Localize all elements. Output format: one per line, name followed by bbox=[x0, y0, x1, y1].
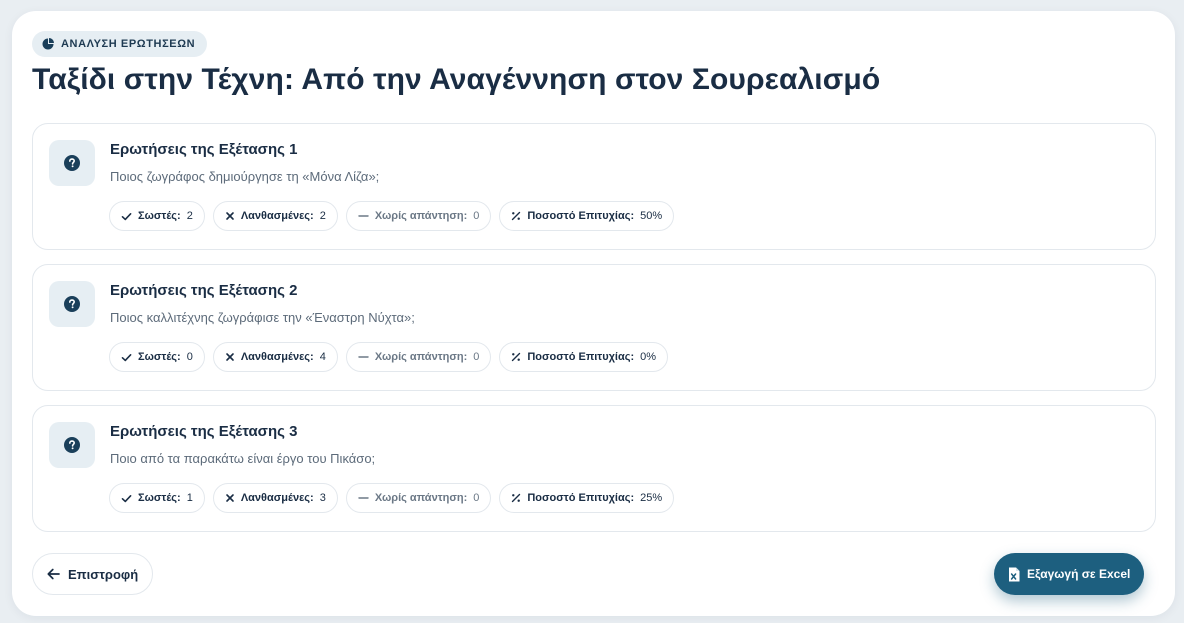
x-icon bbox=[226, 212, 234, 220]
unanswered-label: Χωρίς απάντηση: bbox=[374, 351, 468, 363]
stats-row: Σωστές: 1 Λανθασμένες: 3 Χωρίς απάντηση:… bbox=[109, 483, 675, 513]
unanswered-chip: Χωρίς απάντηση: 0 bbox=[345, 201, 492, 231]
question-icon-box bbox=[49, 140, 95, 186]
question-circle-icon bbox=[64, 437, 80, 453]
wrong-value: 3 bbox=[319, 492, 326, 504]
x-icon bbox=[226, 494, 234, 502]
success-rate-label: Ποσοστό Επιτυχίας: bbox=[527, 351, 635, 363]
question-circle-icon bbox=[64, 155, 80, 171]
correct-value: 0 bbox=[186, 351, 193, 363]
unanswered-value: 0 bbox=[473, 351, 480, 363]
page-title: Ταξίδι στην Τέχνη: Από την Αναγέννηση στ… bbox=[32, 63, 881, 96]
correct-value: 2 bbox=[186, 210, 193, 222]
unanswered-value: 0 bbox=[473, 492, 480, 504]
check-icon bbox=[121, 353, 132, 361]
question-title: Ερωτήσεις της Εξέτασης 1 bbox=[110, 141, 298, 158]
success-rate-chip: Ποσοστό Επιτυχίας: 0% bbox=[499, 342, 669, 372]
export-excel-button[interactable]: Εξαγωγή σε Excel bbox=[994, 553, 1145, 595]
question-title: Ερωτήσεις της Εξέτασης 2 bbox=[110, 282, 298, 299]
success-rate-label: Ποσοστό Επιτυχίας: bbox=[527, 210, 635, 222]
wrong-value: 4 bbox=[319, 351, 326, 363]
percent-icon bbox=[512, 493, 521, 503]
success-rate-chip: Ποσοστό Επιτυχίας: 50% bbox=[499, 201, 675, 231]
question-text: Ποιος ζωγράφος δημιούργησε τη «Μόνα Λίζα… bbox=[110, 169, 380, 184]
question-icon-box bbox=[49, 422, 95, 468]
success-rate-chip: Ποσοστό Επιτυχίας: 25% bbox=[499, 483, 675, 513]
export-button-label: Εξαγωγή σε Excel bbox=[1027, 567, 1131, 581]
success-rate-label: Ποσοστό Επιτυχίας: bbox=[527, 492, 635, 504]
correct-value: 1 bbox=[186, 492, 193, 504]
correct-chip: Σωστές: 2 bbox=[109, 201, 205, 231]
x-icon bbox=[226, 353, 234, 361]
question-circle-icon bbox=[64, 296, 80, 312]
unanswered-label: Χωρίς απάντηση: bbox=[374, 210, 468, 222]
question-title: Ερωτήσεις της Εξέτασης 3 bbox=[110, 423, 298, 440]
wrong-value: 2 bbox=[319, 210, 326, 222]
unanswered-label: Χωρίς απάντηση: bbox=[374, 492, 468, 504]
wrong-label: Λανθασμένες: bbox=[240, 492, 314, 504]
question-card: Ερωτήσεις της Εξέτασης 2 Ποιος καλλιτέχν… bbox=[32, 264, 1156, 391]
check-icon bbox=[121, 494, 132, 502]
stats-row: Σωστές: 2 Λανθασμένες: 2 Χωρίς απάντηση:… bbox=[109, 201, 675, 231]
question-card: Ερωτήσεις της Εξέτασης 3 Ποιο από τα παρ… bbox=[32, 405, 1156, 532]
wrong-label: Λανθασμένες: bbox=[240, 351, 314, 363]
success-rate-value: 0% bbox=[640, 351, 657, 363]
wrong-label: Λανθασμένες: bbox=[240, 210, 314, 222]
dash-icon bbox=[358, 356, 369, 358]
pie-chart-icon bbox=[42, 38, 54, 50]
percent-icon bbox=[512, 352, 521, 362]
dash-icon bbox=[358, 215, 369, 217]
question-card: Ερωτήσεις της Εξέτασης 1 Ποιος ζωγράφος … bbox=[32, 123, 1156, 250]
question-icon-box bbox=[49, 281, 95, 327]
unanswered-chip: Χωρίς απάντηση: 0 bbox=[345, 342, 492, 372]
percent-icon bbox=[512, 211, 521, 221]
back-button[interactable]: Επιστροφή bbox=[32, 553, 154, 595]
stats-row: Σωστές: 0 Λανθασμένες: 4 Χωρίς απάντηση:… bbox=[109, 342, 669, 372]
check-icon bbox=[121, 212, 132, 220]
analysis-panel: ΑΝΑΛΥΣΗ ΕΡΩΤΗΣΕΩΝ Ταξίδι στην Τέχνη: Από… bbox=[12, 11, 1175, 616]
correct-label: Σωστές: bbox=[138, 210, 181, 222]
question-text: Ποιος καλλιτέχνης ζωγράφισε την «Έναστρη… bbox=[110, 310, 415, 325]
dash-icon bbox=[358, 497, 369, 499]
arrow-left-icon bbox=[47, 568, 60, 580]
wrong-chip: Λανθασμένες: 2 bbox=[212, 201, 338, 231]
correct-chip: Σωστές: 0 bbox=[109, 342, 205, 372]
correct-label: Σωστές: bbox=[138, 492, 181, 504]
excel-file-icon bbox=[1009, 567, 1020, 581]
badge-label: ΑΝΑΛΥΣΗ ΕΡΩΤΗΣΕΩΝ bbox=[61, 38, 196, 50]
correct-chip: Σωστές: 1 bbox=[109, 483, 205, 513]
correct-label: Σωστές: bbox=[138, 351, 181, 363]
success-rate-value: 50% bbox=[640, 210, 663, 222]
question-text: Ποιο από τα παρακάτω είναι έργο του Πικά… bbox=[110, 451, 376, 466]
unanswered-value: 0 bbox=[473, 210, 480, 222]
unanswered-chip: Χωρίς απάντηση: 0 bbox=[345, 483, 492, 513]
back-button-label: Επιστροφή bbox=[68, 566, 139, 582]
success-rate-value: 25% bbox=[640, 492, 663, 504]
wrong-chip: Λανθασμένες: 3 bbox=[212, 483, 338, 513]
wrong-chip: Λανθασμένες: 4 bbox=[212, 342, 338, 372]
section-badge: ΑΝΑΛΥΣΗ ΕΡΩΤΗΣΕΩΝ bbox=[32, 31, 208, 57]
